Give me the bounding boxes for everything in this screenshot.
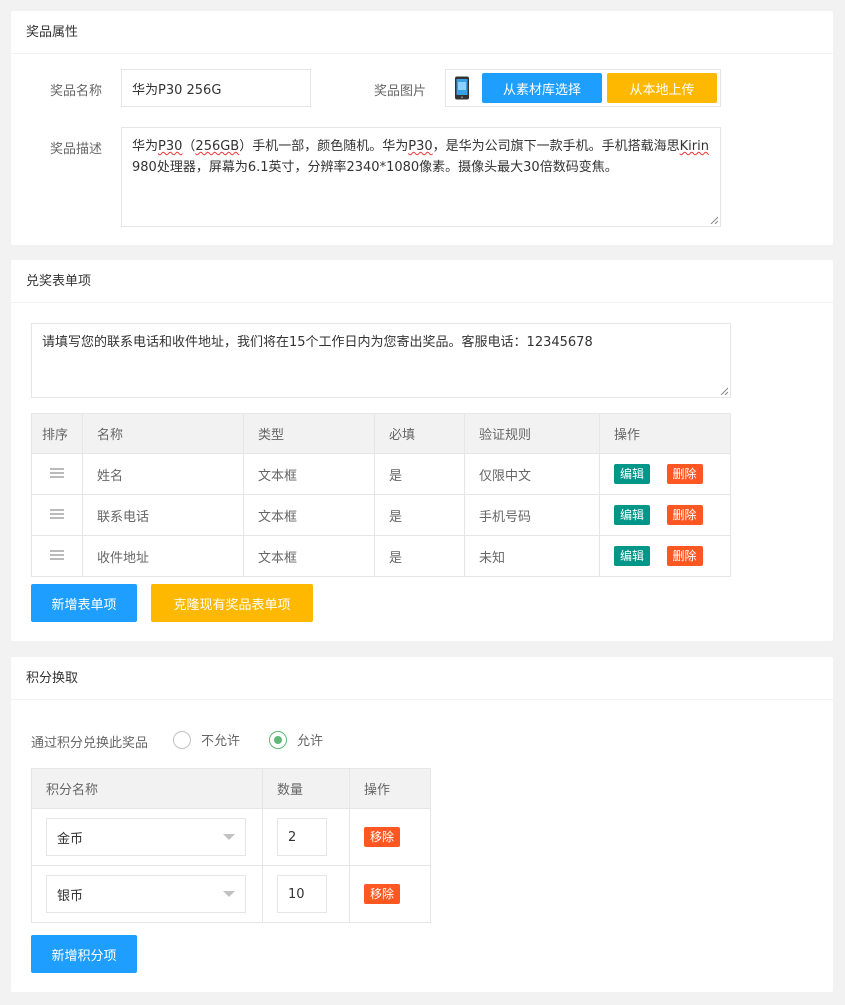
radio-deny[interactable]: 不允许 — [173, 730, 240, 749]
desc-text: （ — [182, 139, 196, 154]
form-notice-textarea[interactable]: 请填写您的联系电话和收件地址，我们将在15个工作日内为您寄出奖品。客服电话：12… — [31, 323, 731, 398]
amount-value: 10 — [288, 886, 305, 902]
desc-text: 980处理器，屏幕为6.1英寸，分辨率2340*1080像素。摄像头最大30倍数… — [132, 160, 618, 175]
chevron-down-icon — [223, 891, 235, 897]
prize-name-value: 华为P30 256G — [132, 82, 222, 98]
prize-attributes-card: 奖品属性 奖品名称 华为P30 256G 奖品图片 从素材库选择 从本地上传 奖… — [11, 11, 833, 245]
row-name: 收件地址 — [82, 535, 244, 577]
row-type: 文本框 — [243, 453, 375, 495]
row-rule: 手机号码 — [464, 494, 600, 536]
row-rule: 未知 — [464, 535, 600, 577]
edit-button[interactable]: 编辑 — [614, 505, 651, 525]
delete-button[interactable]: 删除 — [666, 505, 703, 525]
desc-text: P30 — [408, 139, 433, 154]
col-sort: 排序 — [31, 413, 83, 454]
drag-handle-icon[interactable] — [50, 467, 64, 478]
currency-select[interactable]: 银币 — [46, 875, 246, 913]
row-name: 联系电话 — [82, 494, 244, 536]
form-items-table: 排序 名称 类型 必填 验证规则 操作 姓名 文本框 是 仅限中文 编辑 删除 … — [31, 413, 731, 577]
radio-allow-label: 允许 — [297, 734, 324, 749]
col-currency: 积分名称 — [31, 768, 263, 809]
row-type: 文本框 — [243, 494, 375, 536]
desc-text: ）手机一部，颜色随机。华为 — [239, 139, 409, 154]
resize-grip-icon[interactable] — [710, 216, 718, 224]
points-exchange-title: 积分换取 — [11, 657, 833, 700]
chevron-down-icon — [223, 834, 235, 840]
table-row: 收件地址 文本框 是 未知 编辑 删除 — [31, 535, 731, 577]
table-header-row: 排序 名称 类型 必填 验证规则 操作 — [31, 413, 731, 454]
amount-value: 2 — [288, 829, 297, 845]
col-actions: 操作 — [599, 413, 731, 454]
radio-deny-label: 不允许 — [201, 734, 241, 749]
prize-name-label: 奖品名称 — [50, 84, 103, 99]
edit-button[interactable]: 编辑 — [614, 546, 651, 566]
desc-text: ，是华为公司旗下一款手机。手机搭载海思 — [432, 139, 680, 154]
resize-grip-icon[interactable] — [720, 387, 728, 395]
clone-form-items-button[interactable]: 克隆现有奖品表单项 — [151, 584, 313, 622]
col-actions: 操作 — [349, 768, 431, 809]
prize-image-label: 奖品图片 — [374, 84, 427, 99]
add-form-item-button[interactable]: 新增表单项 — [31, 584, 137, 622]
col-name: 名称 — [82, 413, 244, 454]
table-header-row: 积分名称 数量 操作 — [31, 768, 431, 809]
col-type: 类型 — [243, 413, 375, 454]
row-required: 是 — [374, 453, 465, 495]
desc-text: Kirin — [679, 139, 709, 154]
allow-points-label: 通过积分兑换此奖品 — [31, 736, 149, 751]
row-name: 姓名 — [82, 453, 244, 495]
delete-button[interactable]: 删除 — [666, 546, 703, 566]
radio-allow[interactable]: 允许 — [269, 730, 323, 749]
desc-text: 256GB — [195, 139, 240, 154]
form-notice-text: 请填写您的联系电话和收件地址，我们将在15个工作日内为您寄出奖品。客服电话：12… — [42, 335, 593, 350]
row-type: 文本框 — [243, 535, 375, 577]
desc-text: 华为 — [132, 139, 159, 154]
prize-desc-label: 奖品描述 — [50, 142, 103, 157]
col-rule: 验证规则 — [464, 413, 600, 454]
table-row: 金币 2 移除 — [31, 808, 431, 866]
prize-attributes-title: 奖品属性 — [11, 11, 833, 54]
add-points-item-button[interactable]: 新增积分项 — [31, 935, 137, 973]
form-items-title: 兑奖表单项 — [11, 260, 833, 303]
prize-name-input[interactable]: 华为P30 256G — [121, 69, 311, 107]
phone-thumbnail-icon[interactable] — [454, 76, 470, 100]
desc-text: P30 — [158, 139, 183, 154]
currency-selected: 银币 — [57, 888, 84, 904]
amount-input[interactable]: 10 — [277, 875, 327, 913]
radio-icon — [269, 730, 287, 749]
drag-handle-icon[interactable] — [50, 549, 64, 560]
delete-button[interactable]: 删除 — [666, 464, 703, 484]
currency-select[interactable]: 金币 — [46, 818, 246, 856]
drag-handle-icon[interactable] — [50, 508, 64, 519]
row-required: 是 — [374, 535, 465, 577]
select-from-library-button[interactable]: 从素材库选择 — [482, 73, 602, 103]
remove-button[interactable]: 移除 — [364, 827, 401, 847]
remove-button[interactable]: 移除 — [364, 884, 401, 904]
col-required: 必填 — [374, 413, 465, 454]
table-row: 银币 10 移除 — [31, 865, 431, 923]
prize-desc-textarea[interactable]: 华为P30（256GB）手机一部，颜色随机。华为P30，是华为公司旗下一款手机。… — [121, 127, 721, 227]
row-required: 是 — [374, 494, 465, 536]
currency-selected: 金币 — [57, 831, 84, 847]
table-row: 姓名 文本框 是 仅限中文 编辑 删除 — [31, 453, 731, 495]
points-exchange-card: 积分换取 通过积分兑换此奖品 不允许 允许 积分名称 数量 操作 金币 2 移除… — [11, 657, 833, 992]
amount-input[interactable]: 2 — [277, 818, 327, 856]
row-rule: 仅限中文 — [464, 453, 600, 495]
form-items-card: 兑奖表单项 请填写您的联系电话和收件地址，我们将在15个工作日内为您寄出奖品。客… — [11, 260, 833, 641]
upload-local-button[interactable]: 从本地上传 — [607, 73, 717, 103]
radio-icon — [173, 730, 191, 749]
points-table: 积分名称 数量 操作 金币 2 移除 银币 10 移除 — [31, 768, 431, 923]
edit-button[interactable]: 编辑 — [614, 464, 651, 484]
table-row: 联系电话 文本框 是 手机号码 编辑 删除 — [31, 494, 731, 536]
col-amount: 数量 — [262, 768, 350, 809]
